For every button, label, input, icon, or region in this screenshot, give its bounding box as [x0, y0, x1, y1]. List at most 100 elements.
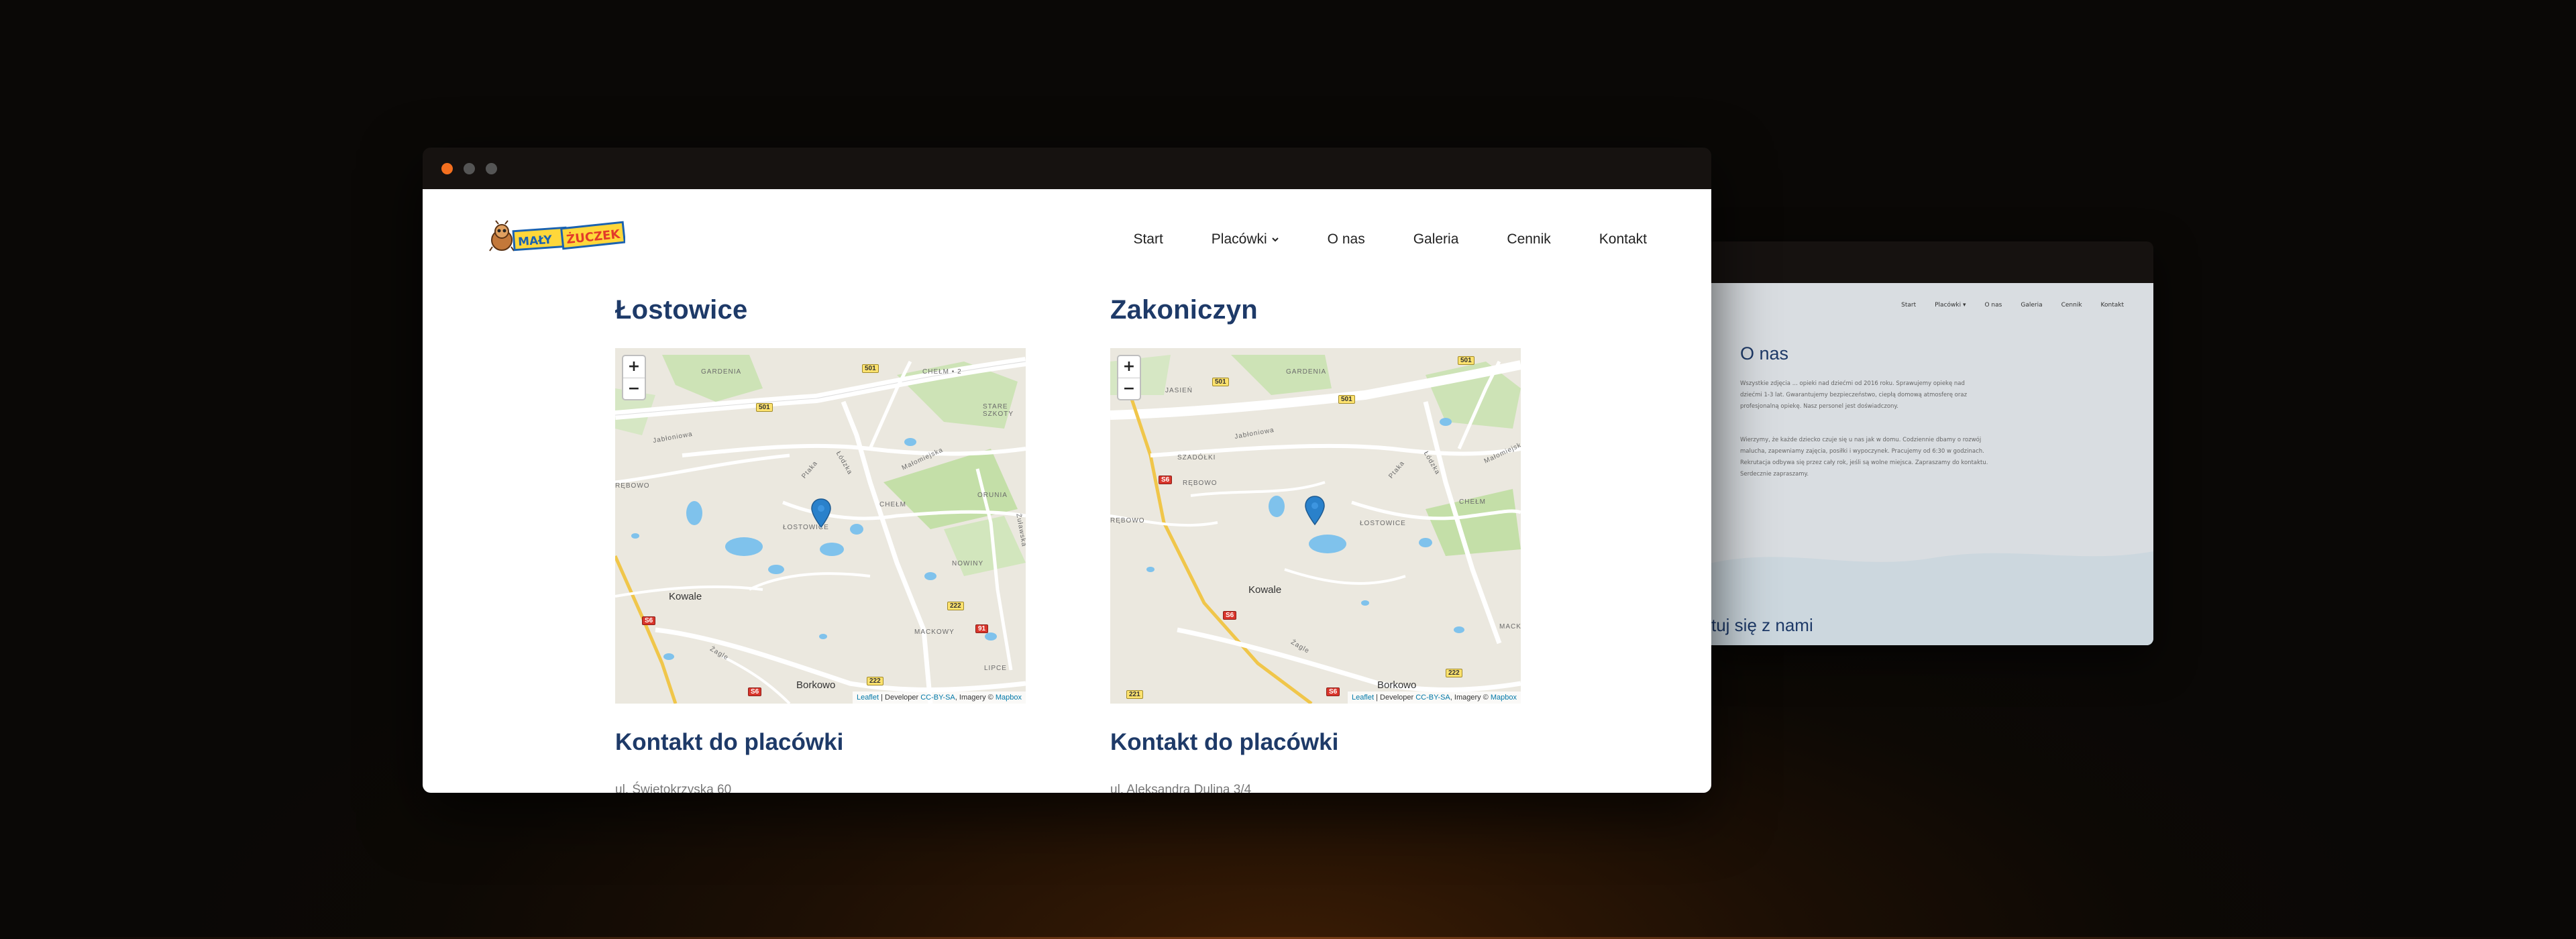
map-label: JASIEŃ	[1165, 387, 1193, 394]
nav-placowki[interactable]: Placówki	[1212, 231, 1279, 247]
attribution-text: | Developer	[879, 694, 921, 702]
map-label: CHEŁM • 2	[922, 368, 962, 376]
attribution-text: , Imagery ©	[955, 694, 996, 702]
contact-heading: Kontakt do placówki	[1110, 729, 1339, 755]
background-paragraph: Wierzymy, że każde dziecko czuje się u n…	[1740, 437, 1988, 478]
background-contact-heading: ktuj się z nami	[1704, 615, 1813, 635]
road-shield: S6	[642, 616, 656, 625]
background-window-titlebar	[1704, 241, 2153, 283]
background-nav-item: Placówki ▾	[1935, 302, 1966, 309]
road-shield: 222	[947, 602, 964, 610]
nav-kontakt[interactable]: Kontakt	[1599, 231, 1647, 247]
map-label: ŁOSTOWICE	[1360, 520, 1406, 527]
road-shield: 221	[1126, 690, 1143, 699]
map-lostowice[interactable]: GARDENIA CHEŁM • 2 STARE SZKOTY Jabłonio…	[615, 348, 1026, 704]
location-title: Łostowice	[615, 295, 748, 325]
zoom-in-button[interactable]: +	[1118, 356, 1140, 378]
location-zakoniczyn: Zakoniczyn JASIEŃ GARDENIA SZADÓŁKI RĘBO…	[1110, 295, 1521, 793]
map-attribution: Leaflet | Developer CC-BY-SA, Imagery © …	[853, 692, 1026, 704]
maly-zuczek-logo[interactable]: MAŁY ŻUCZEK	[487, 220, 625, 255]
background-nav-item: Galeria	[2021, 302, 2043, 309]
background-paragraph: Wszystkie zdjęcia ... opieki nad dziećmi…	[1740, 380, 1968, 410]
attribution-text: | Developer	[1374, 694, 1416, 702]
main-navigation: Start Placówki O nas Galeria Cennik Kont…	[1133, 231, 1647, 247]
zoom-out-button[interactable]: −	[623, 378, 645, 400]
nav-start[interactable]: Start	[1133, 231, 1163, 247]
nav-galeria[interactable]: Galeria	[1413, 231, 1459, 247]
map-label: CHEŁM	[879, 501, 907, 508]
map-label: Borkowo	[1377, 679, 1417, 691]
attribution-text: , Imagery ©	[1450, 694, 1491, 702]
road-shield: S6	[748, 687, 762, 696]
address-text: ul. Świętokrzyska 60	[615, 783, 732, 793]
background-nav-item: Kontakt	[2100, 302, 2124, 309]
window-titlebar	[423, 148, 1711, 189]
nav-label: Cennik	[1507, 231, 1551, 247]
minimize-window-dot[interactable]	[464, 162, 475, 174]
nav-label: Start	[1133, 231, 1163, 247]
leaflet-link[interactable]: Leaflet	[857, 694, 879, 702]
nav-o-nas[interactable]: O nas	[1328, 231, 1365, 247]
map-pin-icon[interactable]	[811, 498, 831, 528]
background-window-content: Start Placówki ▾ O nas Galeria Cennik Ko…	[1704, 283, 2153, 645]
map-label: MACKOWY	[914, 628, 955, 636]
map-label: MACK	[1499, 623, 1521, 630]
zoom-in-button[interactable]: +	[623, 356, 645, 378]
map-label: Kowale	[669, 591, 702, 602]
map-label: RĘBOWO	[1183, 480, 1218, 487]
road-shield: 222	[867, 677, 883, 685]
chevron-down-icon	[1271, 237, 1279, 242]
map-pin-icon[interactable]	[1305, 496, 1325, 525]
license-link[interactable]: CC-BY-SA	[1415, 694, 1450, 702]
location-title: Zakoniczyn	[1110, 295, 1258, 325]
zoom-control: + −	[622, 355, 646, 400]
mapbox-link[interactable]: Mapbox	[996, 694, 1022, 702]
background-page-title: O nas	[1740, 343, 1789, 364]
road-shield: 501	[1212, 378, 1229, 386]
address-text: ul. Aleksandra Dulina 3/4	[1110, 783, 1252, 793]
road-shield: S6	[1159, 476, 1173, 484]
background-window[interactable]: Start Placówki ▾ O nas Galeria Cennik Ko…	[1704, 241, 2153, 645]
map-label: GARDENIA	[1286, 368, 1327, 376]
map-label: RĘBOWO	[615, 482, 650, 490]
license-link[interactable]: CC-BY-SA	[920, 694, 955, 702]
map-label: Borkowo	[796, 679, 836, 691]
nav-label: Kontakt	[1599, 231, 1647, 247]
zoom-out-button[interactable]: −	[1118, 378, 1140, 400]
road-shield: 91	[975, 624, 989, 633]
map-label: RĘBOWO	[1110, 517, 1145, 524]
main-browser-window[interactable]: MAŁY ŻUCZEK Start Placówki O nas Galeria…	[423, 148, 1711, 793]
mapbox-link[interactable]: Mapbox	[1491, 694, 1517, 702]
location-lostowice: Łostowice GARDENIA CHEŁM • 2 STARE SZKOT…	[615, 295, 1026, 793]
map-label: STARE SZKOTY	[983, 403, 1014, 418]
road-shield: 222	[1446, 669, 1462, 677]
maximize-window-dot[interactable]	[486, 162, 497, 174]
map-zakoniczyn[interactable]: JASIEŃ GARDENIA SZADÓŁKI RĘBOWO Jabłonio…	[1110, 348, 1521, 704]
background-nav: Start Placówki ▾ O nas Galeria Cennik Ko…	[1901, 302, 2124, 309]
nav-label: Placówki	[1211, 231, 1267, 247]
road-shield: S6	[1223, 611, 1237, 620]
background-nav-item: Cennik	[2061, 302, 2082, 309]
map-attribution: Leaflet | Developer CC-BY-SA, Imagery © …	[1348, 692, 1521, 704]
map-label: SZADÓŁKI	[1177, 454, 1216, 461]
close-window-dot[interactable]	[441, 162, 453, 174]
contact-heading: Kontakt do placówki	[615, 729, 844, 755]
road-shield: 501	[862, 364, 879, 373]
map-label: Kowale	[1248, 584, 1282, 596]
map-label: GARDENIA	[701, 368, 742, 376]
page-content: MAŁY ŻUCZEK Start Placówki O nas Galeria…	[423, 189, 1711, 793]
nav-label: O nas	[1327, 231, 1365, 247]
leaflet-link[interactable]: Leaflet	[1352, 694, 1374, 702]
road-shield: S6	[1326, 687, 1340, 696]
road-shield: 501	[1458, 356, 1474, 365]
nav-label: Galeria	[1413, 231, 1459, 247]
map-label: ORUNIA	[977, 492, 1008, 499]
map-tiles[interactable]	[1110, 348, 1521, 704]
map-label: NOWINY	[952, 560, 984, 567]
nav-cennik[interactable]: Cennik	[1507, 231, 1550, 247]
map-label: CHEŁM	[1459, 498, 1487, 506]
road-shield: 501	[1338, 395, 1355, 404]
road-shield: 501	[756, 403, 773, 412]
background-nav-item: O nas	[1984, 302, 2002, 309]
svg-text:MAŁY: MAŁY	[518, 233, 553, 250]
